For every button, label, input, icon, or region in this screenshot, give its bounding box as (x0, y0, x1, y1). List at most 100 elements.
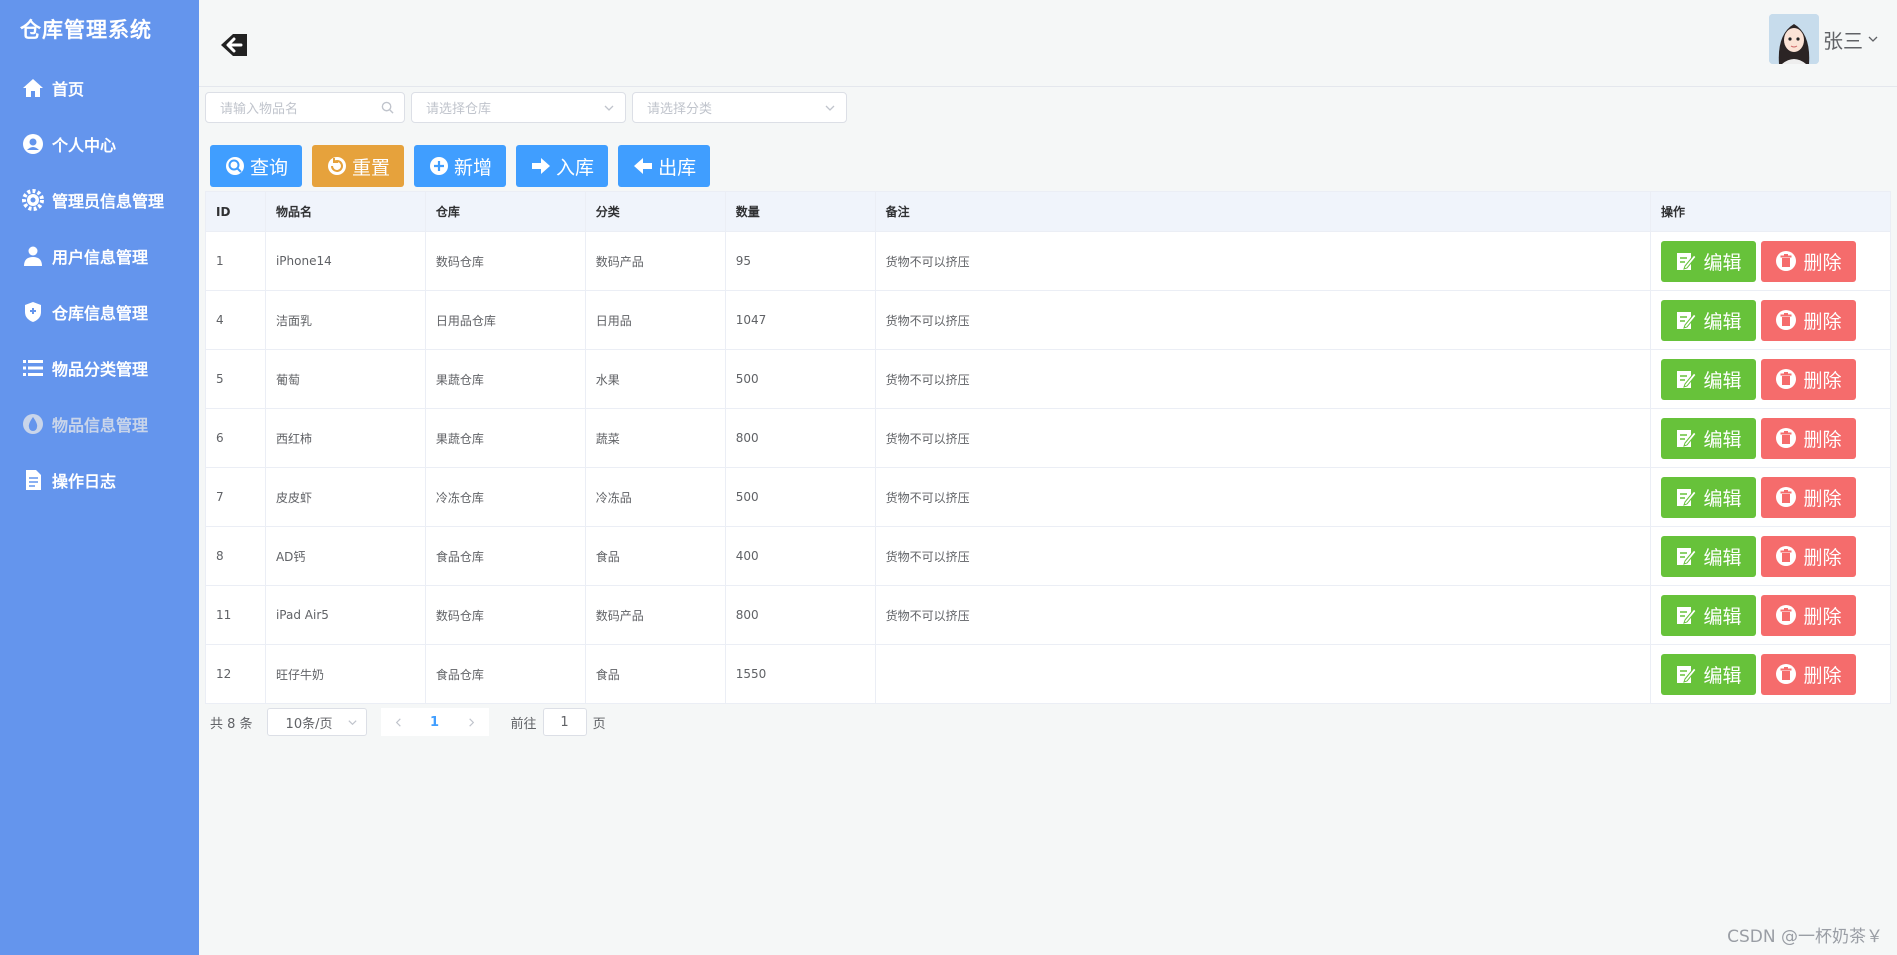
trash-icon (1776, 664, 1797, 684)
goto-prefix: 前往 (510, 716, 537, 732)
search-icon (226, 157, 244, 175)
edit-button[interactable]: 编辑 (1661, 476, 1756, 518)
delete-button[interactable]: 删除 (1761, 535, 1856, 577)
cell-warehouse: 数码仓库 (425, 231, 586, 291)
inbound-label: 入库 (556, 156, 595, 179)
edit-button[interactable]: 编辑 (1661, 535, 1756, 577)
page-size-select[interactable]: 10条/页 (266, 708, 367, 736)
table-row: 5 葡萄 果蔬仓库 水果 500 货物不可以挤压 编辑 删除 (205, 349, 1891, 409)
edit-icon (1677, 548, 1698, 565)
delete-button[interactable]: 删除 (1761, 299, 1856, 341)
cell-note: 货物不可以挤压 (875, 408, 1652, 468)
cell-qty: 500 (725, 467, 876, 527)
cell-category: 日用品 (585, 290, 726, 350)
warehouse-select[interactable]: 请选择仓库 (411, 92, 626, 123)
item-name-search-input[interactable]: 请输入物品名 (205, 92, 405, 123)
trash-icon (1776, 546, 1797, 566)
outbound-button[interactable]: 出库 (618, 145, 711, 187)
cell-id: 12 (205, 644, 266, 704)
chevron-down-icon (825, 105, 835, 111)
add-button[interactable]: 新增 (414, 145, 507, 187)
cell-warehouse: 冷冻仓库 (425, 467, 586, 527)
user-menu[interactable]: 张三 (1769, 14, 1879, 64)
sidebar-item-4[interactable]: 仓库信息管理 (0, 284, 199, 340)
sidebar-item-7[interactable]: 操作日志 (0, 452, 199, 508)
delete-label: 删除 (1803, 369, 1842, 392)
table-row: 1 iPhone14 数码仓库 数码产品 95 货物不可以挤压 编辑 删除 (205, 231, 1891, 291)
outbound-label: 出库 (658, 156, 697, 179)
user-name: 张三 (1823, 28, 1863, 53)
delete-button[interactable]: 删除 (1761, 476, 1856, 518)
edit-label: 编辑 (1703, 664, 1742, 687)
delete-button[interactable]: 删除 (1761, 358, 1856, 400)
query-label: 查询 (250, 156, 289, 179)
cell-id: 6 (205, 408, 266, 468)
edit-button[interactable]: 编辑 (1661, 240, 1756, 282)
table-row: 6 西红柿 果蔬仓库 蔬菜 800 货物不可以挤压 编辑 删除 (205, 408, 1891, 468)
item-name-placeholder: 请输入物品名 (220, 102, 299, 117)
plus-circle-icon (430, 157, 449, 175)
delete-button[interactable]: 删除 (1761, 653, 1856, 695)
document-icon (20, 467, 46, 493)
list-icon (20, 355, 46, 381)
page-navigator: 1 (380, 708, 489, 736)
warehouse-placeholder: 请选择仓库 (426, 102, 492, 117)
edit-button[interactable]: 编辑 (1661, 358, 1756, 400)
app-title: 仓库管理系统 (20, 18, 152, 42)
user-icon (20, 243, 46, 269)
watermark: CSDN @一杯奶茶￥ (1727, 927, 1883, 947)
delete-button[interactable]: 删除 (1761, 240, 1856, 282)
cell-id: 8 (205, 526, 266, 586)
table-row: 12 旺仔牛奶 食品仓库 食品 1550 编辑 删除 (205, 644, 1891, 704)
page-number[interactable]: 1 (430, 715, 439, 730)
delete-label: 删除 (1803, 428, 1842, 451)
delete-button[interactable]: 删除 (1761, 417, 1856, 459)
column-header: 数量 (725, 191, 876, 232)
sidebar-item-5[interactable]: 物品分类管理 (0, 340, 199, 396)
cell-category: 食品 (585, 526, 726, 586)
search-icon (381, 101, 394, 114)
sidebar-item-1[interactable]: 个人中心 (0, 116, 199, 172)
trash-icon (1776, 487, 1797, 507)
sidebar-item-3[interactable]: 用户信息管理 (0, 228, 199, 284)
reset-button[interactable]: 重置 (312, 145, 405, 187)
header: 张三 (199, 0, 1897, 87)
drop-icon (20, 411, 46, 437)
home-icon (20, 75, 46, 101)
chevron-down-icon (604, 105, 614, 111)
edit-button[interactable]: 编辑 (1661, 299, 1756, 341)
edit-label: 编辑 (1703, 605, 1742, 628)
edit-button[interactable]: 编辑 (1661, 594, 1756, 636)
goto-page: 前往 1 页 (511, 708, 606, 736)
user-circle-icon (20, 131, 46, 157)
sidebar-item-0[interactable]: 首页 (0, 60, 199, 116)
edit-label: 编辑 (1703, 310, 1742, 333)
chevron-down-icon (1868, 36, 1878, 42)
goto-page-input[interactable]: 1 (542, 708, 587, 736)
edit-button[interactable]: 编辑 (1661, 653, 1756, 695)
trash-icon (1776, 310, 1797, 330)
query-button[interactable]: 查询 (210, 145, 303, 187)
cell-name: iPad Air5 (265, 585, 426, 645)
cell-name: 洁面乳 (265, 290, 426, 350)
cell-category: 食品 (585, 644, 726, 704)
delete-button[interactable]: 删除 (1761, 594, 1856, 636)
cell-id: 7 (205, 467, 266, 527)
cell-id: 1 (205, 231, 266, 291)
cell-note: 货物不可以挤压 (875, 231, 1652, 291)
cell-name: 旺仔牛奶 (265, 644, 426, 704)
sidebar-item-6[interactable]: 物品信息管理 (0, 396, 199, 452)
inbound-button[interactable]: 入库 (516, 145, 609, 187)
category-select[interactable]: 请选择分类 (632, 92, 847, 123)
chevron-right-icon[interactable] (466, 717, 477, 728)
chevron-left-icon[interactable] (393, 717, 404, 728)
back-icon[interactable] (217, 28, 251, 62)
cell-id: 11 (205, 585, 266, 645)
sidebar-item-2[interactable]: 管理员信息管理 (0, 172, 199, 228)
edit-button[interactable]: 编辑 (1661, 417, 1756, 459)
table-header-row: ID 物品名 仓库 分类 数量 备注 操作 (205, 191, 1891, 232)
cell-qty: 95 (725, 231, 876, 291)
edit-label: 编辑 (1703, 428, 1742, 451)
table-row: 8 AD钙 食品仓库 食品 400 货物不可以挤压 编辑 删除 (205, 526, 1891, 586)
sidebar-item-label: 个人中心 (52, 136, 117, 155)
